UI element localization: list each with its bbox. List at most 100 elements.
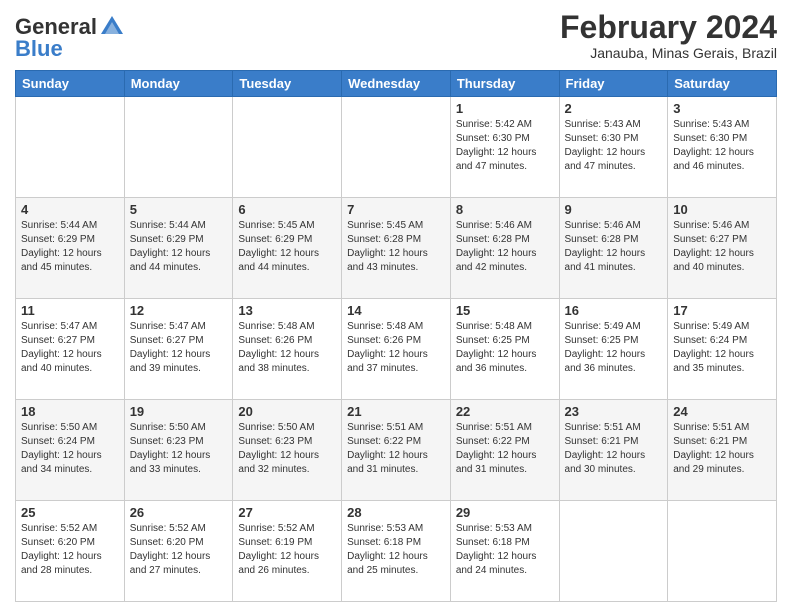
day-info: Sunrise: 5:44 AM Sunset: 6:29 PM Dayligh… [130, 219, 228, 275]
table-row: 16 Sunrise: 5:49 AM Sunset: 6:25 PM Dayli… [559, 299, 668, 400]
table-row: 17Sunrise: 5:49 AM Sunset: 6:24 PM Dayli… [668, 299, 777, 400]
logo-icon [99, 14, 125, 40]
day-info: Sunrise: 5:47 AM Sunset: 6:27 PM Dayligh… [21, 320, 119, 376]
day-info: Sunrise: 5:52 AM Sunset: 6:20 PM Dayligh… [21, 522, 119, 578]
day-number: 4 [21, 202, 119, 217]
calendar-week-row: 4 Sunrise: 5:44 AM Sunset: 6:29 PM Daylig… [16, 198, 777, 299]
table-row: 13 Sunrise: 5:48 AM Sunset: 6:26 PM Dayli… [233, 299, 342, 400]
page: General Blue February 2024 Janauba, Mina… [0, 0, 792, 612]
day-info: Sunrise: 5:51 AM Sunset: 6:21 PM Dayligh… [565, 421, 663, 477]
table-row: 29 Sunrise: 5:53 AM Sunset: 6:18 PM Dayli… [450, 501, 559, 602]
table-row: 11 Sunrise: 5:47 AM Sunset: 6:27 PM Dayli… [16, 299, 125, 400]
day-info: Sunrise: 5:53 AM Sunset: 6:18 PM Dayligh… [347, 522, 445, 578]
logo: General Blue [15, 14, 125, 62]
day-info: Sunrise: 5:46 AM Sunset: 6:28 PM Dayligh… [456, 219, 554, 275]
day-info: Sunrise: 5:46 AM Sunset: 6:27 PM Dayligh… [673, 219, 771, 275]
calendar-week-row: 25 Sunrise: 5:52 AM Sunset: 6:20 PM Dayli… [16, 501, 777, 602]
day-number: 18 [21, 404, 119, 419]
table-row: 1 Sunrise: 5:42 AM Sunset: 6:30 PM Daylig… [450, 97, 559, 198]
table-row: 23 Sunrise: 5:51 AM Sunset: 6:21 PM Dayli… [559, 400, 668, 501]
table-row: 28Sunrise: 5:53 AM Sunset: 6:18 PM Dayli… [342, 501, 451, 602]
day-number: 9 [565, 202, 663, 217]
table-row: 25 Sunrise: 5:52 AM Sunset: 6:20 PM Dayli… [16, 501, 125, 602]
day-info: Sunrise: 5:42 AM Sunset: 6:30 PM Dayligh… [456, 118, 554, 174]
calendar-title: February 2024 [560, 10, 777, 45]
day-number: 8 [456, 202, 554, 217]
title-block: February 2024 Janauba, Minas Gerais, Bra… [560, 10, 777, 61]
day-number: 10 [673, 202, 771, 217]
col-tuesday: Tuesday [233, 71, 342, 97]
col-monday: Monday [124, 71, 233, 97]
day-info: Sunrise: 5:48 AM Sunset: 6:26 PM Dayligh… [238, 320, 336, 376]
day-number: 5 [130, 202, 228, 217]
day-number: 19 [130, 404, 228, 419]
day-info: Sunrise: 5:49 AM Sunset: 6:25 PM Dayligh… [565, 320, 663, 376]
day-info: Sunrise: 5:51 AM Sunset: 6:21 PM Dayligh… [673, 421, 771, 477]
day-number: 24 [673, 404, 771, 419]
calendar-week-row: 18 Sunrise: 5:50 AM Sunset: 6:24 PM Dayli… [16, 400, 777, 501]
col-sunday: Sunday [16, 71, 125, 97]
day-number: 17 [673, 303, 771, 318]
col-friday: Friday [559, 71, 668, 97]
table-row: 15 Sunrise: 5:48 AM Sunset: 6:25 PM Dayli… [450, 299, 559, 400]
calendar-header-row: Sunday Monday Tuesday Wednesday Thursday… [16, 71, 777, 97]
table-row: 21Sunrise: 5:51 AM Sunset: 6:22 PM Dayli… [342, 400, 451, 501]
header: General Blue February 2024 Janauba, Mina… [15, 10, 777, 62]
table-row: 10 Sunrise: 5:46 AM Sunset: 6:27 PM Dayli… [668, 198, 777, 299]
table-row: 8 Sunrise: 5:46 AM Sunset: 6:28 PM Daylig… [450, 198, 559, 299]
day-info: Sunrise: 5:43 AM Sunset: 6:30 PM Dayligh… [673, 118, 771, 174]
day-number: 21 [347, 404, 445, 419]
day-number: 23 [565, 404, 663, 419]
table-row: 9 Sunrise: 5:46 AM Sunset: 6:28 PM Daylig… [559, 198, 668, 299]
day-number: 15 [456, 303, 554, 318]
table-row [124, 97, 233, 198]
day-info: Sunrise: 5:50 AM Sunset: 6:24 PM Dayligh… [21, 421, 119, 477]
day-number: 13 [238, 303, 336, 318]
day-info: Sunrise: 5:43 AM Sunset: 6:30 PM Dayligh… [565, 118, 663, 174]
table-row: 4 Sunrise: 5:44 AM Sunset: 6:29 PM Daylig… [16, 198, 125, 299]
table-row: 26Sunrise: 5:52 AM Sunset: 6:20 PM Dayli… [124, 501, 233, 602]
calendar-subtitle: Janauba, Minas Gerais, Brazil [560, 45, 777, 61]
table-row [16, 97, 125, 198]
col-saturday: Saturday [668, 71, 777, 97]
col-thursday: Thursday [450, 71, 559, 97]
table-row: 27 Sunrise: 5:52 AM Sunset: 6:19 PM Dayli… [233, 501, 342, 602]
day-info: Sunrise: 5:53 AM Sunset: 6:18 PM Dayligh… [456, 522, 554, 578]
day-info: Sunrise: 5:52 AM Sunset: 6:20 PM Dayligh… [130, 522, 228, 578]
day-number: 2 [565, 101, 663, 116]
table-row: 24 Sunrise: 5:51 AM Sunset: 6:21 PM Dayli… [668, 400, 777, 501]
table-row: 14Sunrise: 5:48 AM Sunset: 6:26 PM Dayli… [342, 299, 451, 400]
day-info: Sunrise: 5:50 AM Sunset: 6:23 PM Dayligh… [238, 421, 336, 477]
table-row [668, 501, 777, 602]
table-row [342, 97, 451, 198]
day-info: Sunrise: 5:48 AM Sunset: 6:25 PM Dayligh… [456, 320, 554, 376]
day-number: 12 [130, 303, 228, 318]
calendar-week-row: 1 Sunrise: 5:42 AM Sunset: 6:30 PM Daylig… [16, 97, 777, 198]
day-number: 3 [673, 101, 771, 116]
day-info: Sunrise: 5:44 AM Sunset: 6:29 PM Dayligh… [21, 219, 119, 275]
table-row: 7Sunrise: 5:45 AM Sunset: 6:28 PM Daylig… [342, 198, 451, 299]
day-number: 1 [456, 101, 554, 116]
day-number: 25 [21, 505, 119, 520]
day-number: 6 [238, 202, 336, 217]
table-row: 6Sunrise: 5:45 AM Sunset: 6:29 PM Daylig… [233, 198, 342, 299]
table-row [559, 501, 668, 602]
day-number: 22 [456, 404, 554, 419]
day-info: Sunrise: 5:46 AM Sunset: 6:28 PM Dayligh… [565, 219, 663, 275]
table-row: 19Sunrise: 5:50 AM Sunset: 6:23 PM Dayli… [124, 400, 233, 501]
table-row: 5 Sunrise: 5:44 AM Sunset: 6:29 PM Daylig… [124, 198, 233, 299]
day-number: 7 [347, 202, 445, 217]
day-info: Sunrise: 5:48 AM Sunset: 6:26 PM Dayligh… [347, 320, 445, 376]
day-info: Sunrise: 5:52 AM Sunset: 6:19 PM Dayligh… [238, 522, 336, 578]
table-row: 22Sunrise: 5:51 AM Sunset: 6:22 PM Dayli… [450, 400, 559, 501]
table-row: 20Sunrise: 5:50 AM Sunset: 6:23 PM Dayli… [233, 400, 342, 501]
col-wednesday: Wednesday [342, 71, 451, 97]
day-number: 11 [21, 303, 119, 318]
table-row [233, 97, 342, 198]
calendar-week-row: 11 Sunrise: 5:47 AM Sunset: 6:27 PM Dayli… [16, 299, 777, 400]
day-number: 29 [456, 505, 554, 520]
table-row: 18 Sunrise: 5:50 AM Sunset: 6:24 PM Dayli… [16, 400, 125, 501]
day-number: 16 [565, 303, 663, 318]
day-number: 27 [238, 505, 336, 520]
table-row: 3 Sunrise: 5:43 AM Sunset: 6:30 PM Daylig… [668, 97, 777, 198]
